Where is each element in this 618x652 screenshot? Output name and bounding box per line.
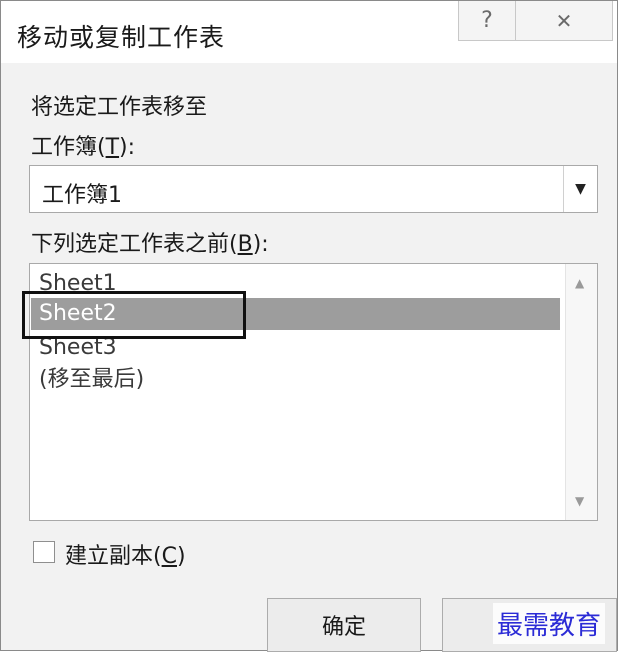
scroll-down-icon[interactable]: ▼ [575, 494, 584, 508]
workbook-label: 工作簿(T): [31, 129, 135, 161]
list-item[interactable]: Sheet1 [31, 268, 560, 300]
sheet-listbox[interactable]: Sheet1 Sheet2 Sheet3 (移至最后) ▲ ▼ [29, 263, 598, 521]
list-item[interactable]: (移至最后) [31, 364, 560, 396]
workbook-label-post: ): [119, 135, 136, 160]
list-item[interactable]: Sheet3 [31, 332, 560, 364]
copy-label-key: C [161, 544, 177, 569]
move-to-label: 将选定工作表移至 [31, 95, 208, 120]
before-label-key: B [237, 232, 253, 257]
move-copy-dialog: 移动或复制工作表 ? ✕ 将选定工作表移至 工作簿(T): 工作簿1 ▼ 下列选… [0, 0, 618, 652]
chevron-down-icon[interactable]: ▼ [563, 166, 597, 212]
scroll-up-icon[interactable]: ▲ [575, 276, 584, 290]
create-copy-checkbox[interactable] [33, 541, 55, 563]
workbook-label-key: T [105, 135, 120, 160]
listbox-scrollbar[interactable]: ▲ ▼ [565, 264, 597, 520]
title-bar: 移动或复制工作表 ? ✕ [1, 1, 617, 63]
list-item-selected[interactable]: Sheet2 [31, 298, 560, 330]
before-label-post: ): [252, 232, 269, 257]
help-icon: ? [481, 8, 493, 33]
copy-label-pre: 建立副本( [65, 544, 162, 569]
ok-button[interactable]: 确定 [267, 598, 421, 652]
copy-label-post: ) [176, 544, 186, 569]
watermark: 最需教育 [493, 603, 606, 644]
dialog-title: 移动或复制工作表 [17, 23, 226, 52]
close-icon: ✕ [555, 8, 573, 33]
workbook-select-value: 工作簿1 [42, 183, 122, 208]
create-copy-label: 建立副本(C) [65, 538, 186, 570]
close-button[interactable]: ✕ [515, 1, 613, 41]
before-label-pre: 下列选定工作表之前( [31, 232, 238, 257]
workbook-label-pre: 工作簿( [31, 135, 106, 160]
help-button[interactable]: ? [458, 1, 516, 41]
workbook-select[interactable]: 工作簿1 ▼ [29, 165, 598, 213]
before-sheet-label: 下列选定工作表之前(B): [31, 226, 269, 258]
